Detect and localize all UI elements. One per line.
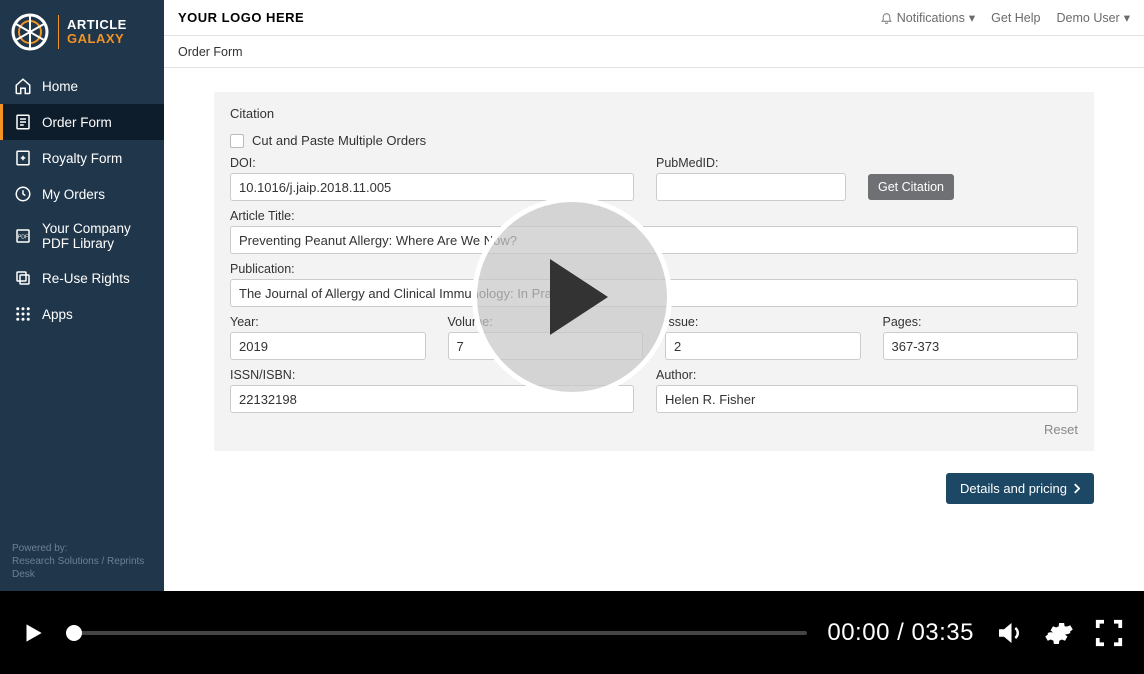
notifications-menu[interactable]: Notifications ▾ <box>880 10 975 25</box>
issn-input[interactable] <box>230 385 634 413</box>
settings-button[interactable] <box>1044 618 1074 648</box>
year-label: Year: <box>230 315 426 329</box>
cut-paste-row[interactable]: Cut and Paste Multiple Orders <box>230 133 1078 148</box>
publication-input[interactable] <box>230 279 1078 307</box>
video-time: 00:00 / 03:35 <box>827 619 974 647</box>
pubmed-input[interactable] <box>656 173 846 201</box>
sidebar-item-order-form[interactable]: Order Form <box>0 104 164 140</box>
panel-title: Citation <box>230 106 1078 121</box>
topbar: YOUR LOGO HERE Notifications ▾ Get Help … <box>164 0 1144 36</box>
home-icon <box>14 77 32 95</box>
pdf-icon: PDF <box>14 227 32 245</box>
issue-input[interactable] <box>665 332 861 360</box>
get-help-link[interactable]: Get Help <box>991 11 1040 25</box>
video-controls: 00:00 / 03:35 <box>0 591 1144 674</box>
copy-icon <box>14 269 32 287</box>
sidebar-item-label: Order Form <box>42 115 112 130</box>
issn-label: ISSN/ISBN: <box>230 368 634 382</box>
caret-down-icon: ▾ <box>969 10 975 25</box>
sidebar-item-label: My Orders <box>42 187 105 202</box>
seek-thumb[interactable] <box>66 625 82 641</box>
play-button[interactable] <box>20 618 46 648</box>
fullscreen-button[interactable] <box>1094 618 1124 648</box>
svg-text:PDF: PDF <box>18 234 29 240</box>
user-menu[interactable]: Demo User ▾ <box>1057 10 1131 25</box>
brand-text: ARTICLE GALAXY <box>67 18 127 45</box>
breadcrumb: Order Form <box>164 36 1144 68</box>
doi-input[interactable] <box>230 173 634 201</box>
sidebar-item-label: Apps <box>42 307 73 322</box>
sidebar-item-label: Royalty Form <box>42 151 122 166</box>
sidebar-item-apps[interactable]: Apps <box>0 296 164 332</box>
sidebar-item-my-orders[interactable]: My Orders <box>0 176 164 212</box>
volume-button[interactable] <box>994 618 1024 648</box>
bell-icon <box>880 11 893 24</box>
galaxy-logo-icon <box>10 12 50 52</box>
royalty-icon <box>14 149 32 167</box>
sidebar-item-label: Re-Use Rights <box>42 271 130 286</box>
form-icon <box>14 113 32 131</box>
sidebar-item-pdf-library[interactable]: PDF Your Company PDF Library <box>0 212 164 260</box>
sidebar-item-reuse-rights[interactable]: Re-Use Rights <box>0 260 164 296</box>
sidebar-item-home[interactable]: Home <box>0 68 164 104</box>
get-citation-button[interactable]: Get Citation <box>868 174 954 200</box>
volume-label: Volume: <box>448 315 644 329</box>
volume-input[interactable] <box>448 332 644 360</box>
cut-paste-label: Cut and Paste Multiple Orders <box>252 133 426 148</box>
pubmed-label: PubMedID: <box>656 156 846 170</box>
citation-panel: Citation Cut and Paste Multiple Orders D… <box>214 92 1094 451</box>
logo-separator <box>58 15 59 49</box>
author-input[interactable] <box>656 385 1078 413</box>
sidebar-footer: Powered by: Research Solutions / Reprint… <box>0 532 164 591</box>
year-input[interactable] <box>230 332 426 360</box>
logo-placeholder: YOUR LOGO HERE <box>178 10 304 25</box>
sidebar: ARTICLE GALAXY Home Order Form Royalty F… <box>0 0 164 591</box>
pages-label: Pages: <box>883 315 1079 329</box>
sidebar-item-label: Home <box>42 79 78 94</box>
seek-bar[interactable] <box>66 631 807 635</box>
author-label: Author: <box>656 368 1078 382</box>
pages-input[interactable] <box>883 332 1079 360</box>
caret-down-icon: ▾ <box>1124 10 1130 25</box>
reset-link[interactable]: Reset <box>1044 422 1078 437</box>
checkbox-icon[interactable] <box>230 134 244 148</box>
sidebar-item-royalty-form[interactable]: Royalty Form <box>0 140 164 176</box>
doi-label: DOI: <box>230 156 634 170</box>
grid-icon <box>14 305 32 323</box>
publication-label: Publication: <box>230 262 1078 276</box>
article-title-label: Article Title: <box>230 209 1078 223</box>
clock-icon <box>14 185 32 203</box>
details-pricing-button[interactable]: Details and pricing <box>946 473 1094 504</box>
issue-label: Issue: <box>665 315 861 329</box>
sidebar-nav: Home Order Form Royalty Form My Orders P… <box>0 68 164 332</box>
article-title-input[interactable] <box>230 226 1078 254</box>
content: Citation Cut and Paste Multiple Orders D… <box>164 68 1144 591</box>
sidebar-item-label: Your Company PDF Library <box>42 221 150 251</box>
brand-logo: ARTICLE GALAXY <box>0 0 164 68</box>
chevron-right-icon <box>1073 483 1080 494</box>
main: YOUR LOGO HERE Notifications ▾ Get Help … <box>164 0 1144 591</box>
